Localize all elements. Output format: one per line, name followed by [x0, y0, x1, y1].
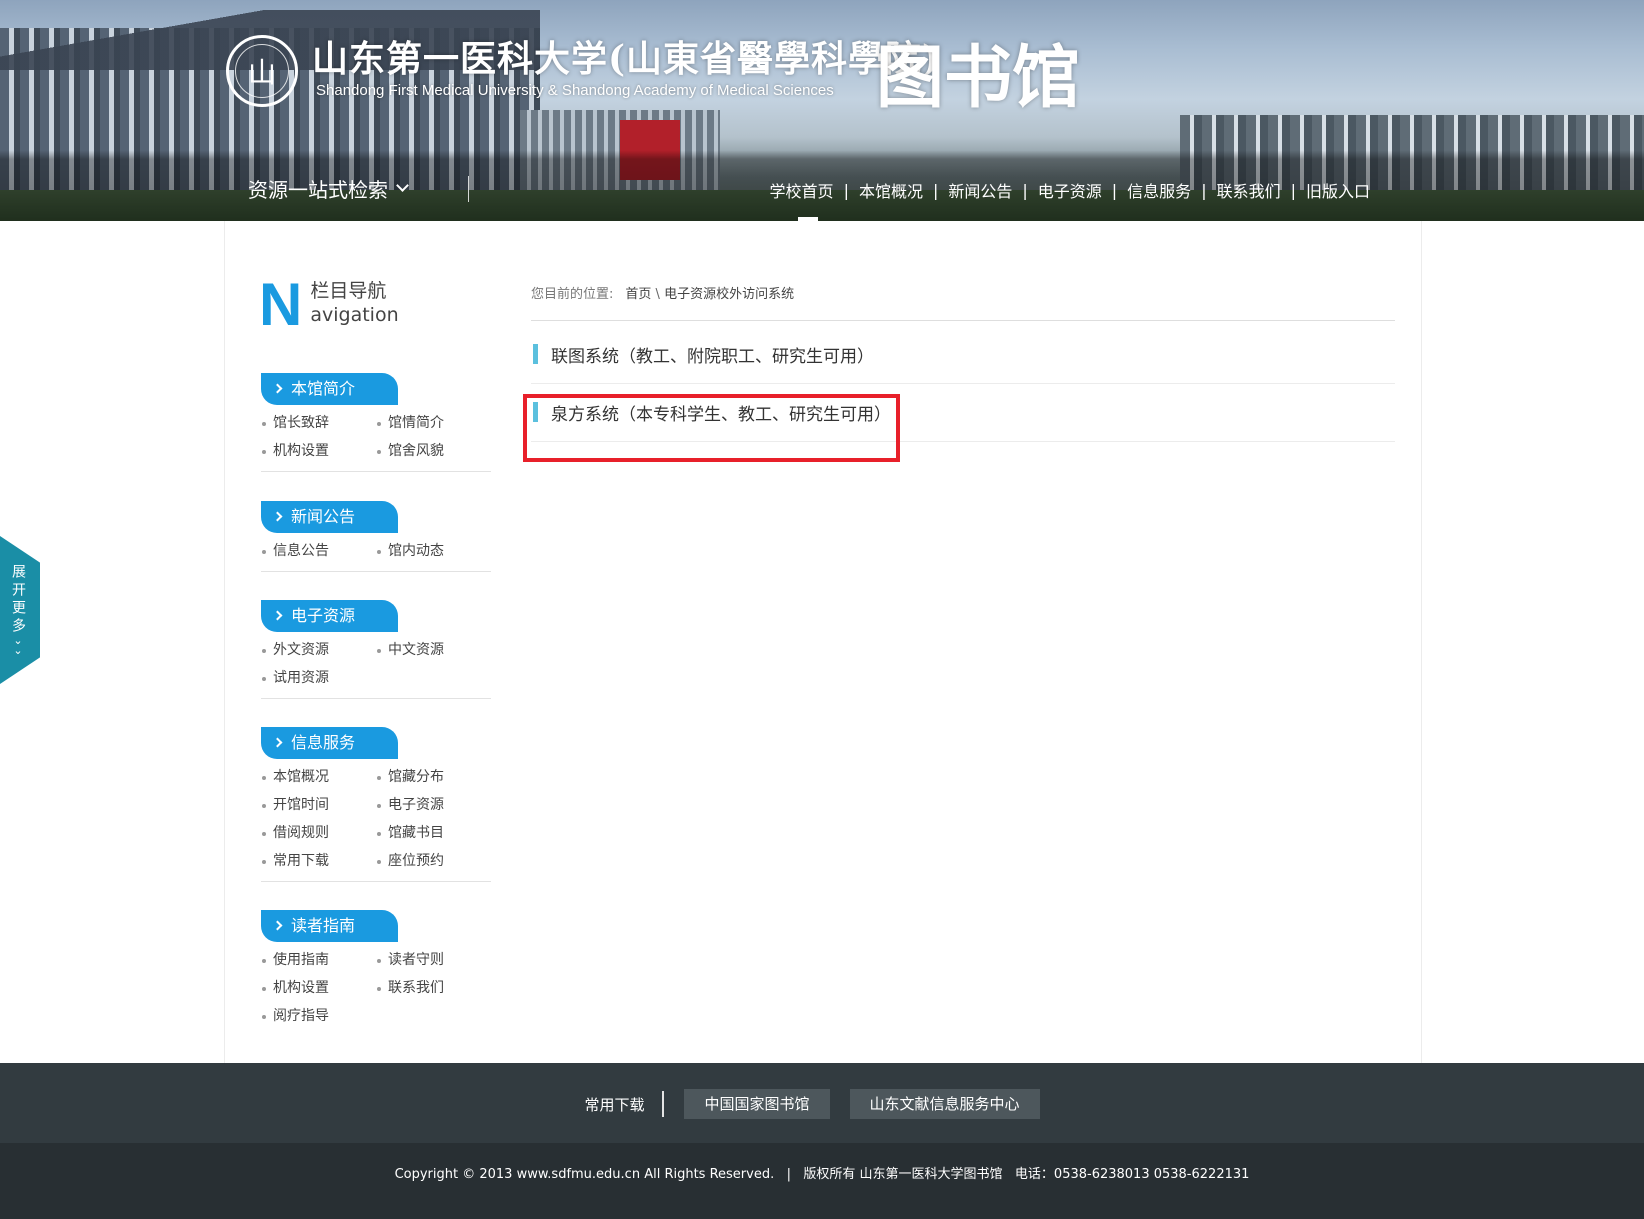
sidebar-link[interactable]: 常用下载 [261, 847, 376, 875]
sidebar-link[interactable]: 馆内动态 [376, 537, 491, 565]
highlight-box [523, 394, 900, 462]
sidebar-section-title: 电子资源 [291, 606, 356, 625]
footer-link-shandong-center[interactable]: 山东文献信息服务中心 [849, 1089, 1040, 1119]
sidebar-section-tab[interactable]: 信息服务 [261, 727, 398, 759]
university-seal-logo[interactable]: 山 [226, 35, 298, 107]
sidebar-link[interactable]: 馆长致辞 [261, 409, 376, 437]
footer-link-national-library[interactable]: 中国国家图书馆 [684, 1089, 830, 1119]
breadcrumb-label: 您目前的位置: [531, 287, 614, 302]
top-nav: 学校首页 | 本馆概况 | 新闻公告 | 电子资源 | 信息服务 | 联系我们 | 旧版入口 [770, 178, 1370, 202]
chevron-right-icon [272, 383, 283, 394]
sidebar-link[interactable]: 馆舍风貌 [376, 437, 491, 465]
nav-school-home[interactable]: 学校首页 [770, 178, 834, 202]
sidebar-link[interactable]: 电子资源 [376, 791, 491, 819]
sidebar-link[interactable]: 座位预约 [376, 847, 491, 875]
footer-links-bar: 常用下载 中国国家图书馆 山东文献信息服务中心 [0, 1063, 1644, 1143]
sidebar-link[interactable]: 借阅规则 [261, 819, 376, 847]
copyright-text: Copyright © 2013 www.sdfmu.edu.cn All Ri… [394, 1167, 1250, 1182]
sidebar-section-title: 新闻公告 [291, 507, 356, 526]
nav-separator: | [843, 180, 849, 200]
breadcrumb-current[interactable]: 电子资源校外访问系统 [664, 287, 794, 302]
expand-more-label: 展开更多 [10, 564, 26, 636]
sidebar-section-tab[interactable]: 读者指南 [261, 910, 398, 942]
sidebar-heading-cn: 栏目导航 [310, 280, 387, 302]
sidebar-link[interactable]: 使用指南 [261, 946, 376, 974]
breadcrumb-separator: \ [655, 287, 660, 302]
chevron-right-icon [272, 511, 283, 522]
search-divider [468, 176, 469, 202]
sidebar-section-tab[interactable]: 本馆简介 [261, 373, 398, 405]
list-item: 联图系统（教工、附院职工、研究生可用） [531, 326, 1395, 384]
sidebar-section-info-services: 信息服务 本馆概况 馆藏分布 开馆时间 电子资源 借阅规则 馆藏书目 常用下载 … [261, 727, 491, 882]
nav-separator: | [1022, 180, 1028, 200]
nav-separator: | [1201, 180, 1207, 200]
chevron-right-icon [272, 920, 283, 931]
sidebar-section-tab[interactable]: 电子资源 [261, 600, 398, 632]
nav-separator: | [1290, 180, 1296, 200]
sidebar-link[interactable]: 馆藏书目 [376, 819, 491, 847]
library-title: 图书馆 [876, 38, 1081, 118]
sidebar-section-title: 本馆简介 [291, 379, 356, 398]
nav-info-services[interactable]: 信息服务 [1127, 178, 1191, 202]
sidebar-link[interactable]: 信息公告 [261, 537, 376, 565]
nav-news[interactable]: 新闻公告 [948, 178, 1012, 202]
sidebar-link[interactable]: 本馆概况 [261, 763, 376, 791]
seal-char: 山 [247, 56, 276, 89]
sidebar-heading-en: avigation [310, 304, 399, 326]
main-content: N 栏目导航 avigation 本馆简介 馆长致辞 馆情简介 机构设置 馆舍风… [224, 221, 1422, 1063]
sidebar-section-title: 信息服务 [291, 733, 356, 752]
sidebar-section-about: 本馆简介 馆长致辞 馆情简介 机构设置 馆舍风貌 [261, 373, 491, 472]
site-header: 山 山东第一医科大学(山東省醫學科學院) Shandong First Medi… [0, 0, 1644, 221]
chevron-down-icon [396, 179, 409, 192]
footer-copyright-bar: Copyright © 2013 www.sdfmu.edu.cn All Ri… [0, 1143, 1644, 1219]
sidebar-link[interactable]: 联系我们 [376, 974, 491, 1002]
system-link-liantu[interactable]: 联图系统（教工、附院职工、研究生可用） [551, 342, 874, 367]
list-item-marker [533, 344, 538, 364]
chevron-right-icon [272, 610, 283, 621]
expand-more-tab[interactable]: 展开更多 ⌄ ⌄ [0, 536, 40, 684]
sidebar-section-title: 读者指南 [291, 916, 356, 935]
university-name-cn: 山东第一医科大学(山東省醫學科學院) [312, 38, 941, 80]
sidebar-section-reader-guide: 读者指南 使用指南 读者守则 机构设置 联系我们 阅疗指导 [261, 910, 491, 1036]
nav-separator: | [932, 180, 939, 200]
footer-divider [662, 1091, 665, 1117]
footer-link-downloads[interactable]: 常用下载 [584, 1094, 644, 1115]
sidebar-section-tab[interactable]: 新闻公告 [261, 501, 398, 533]
search-scope-dropdown[interactable]: 资源一站式检索 [248, 174, 409, 203]
sidebar-link[interactable]: 阅疗指导 [261, 1002, 376, 1030]
nav-contact[interactable]: 联系我们 [1217, 178, 1281, 202]
sidebar-link[interactable]: 馆情简介 [376, 409, 491, 437]
sidebar-link[interactable]: 外文资源 [261, 636, 376, 664]
breadcrumb-home[interactable]: 首页 [625, 287, 651, 302]
sidebar-link[interactable]: 中文资源 [376, 636, 491, 664]
sidebar-link[interactable]: 机构设置 [261, 437, 376, 465]
breadcrumb: 您目前的位置: 首页 \ 电子资源校外访问系统 [531, 283, 1395, 321]
sidebar-section-e-resources: 电子资源 外文资源 中文资源 试用资源 [261, 600, 491, 699]
sidebar-section-news: 新闻公告 信息公告 馆内动态 [261, 501, 491, 572]
double-chevron-down-icon: ⌄ ⌄ [13, 634, 23, 657]
search-scope-label: 资源一站式检索 [248, 178, 388, 202]
sidebar-link[interactable]: 读者守则 [376, 946, 491, 974]
sidebar-link[interactable]: 机构设置 [261, 974, 376, 1002]
nav-e-resources[interactable]: 电子资源 [1038, 178, 1102, 202]
sidebar-link[interactable]: 试用资源 [261, 664, 376, 692]
nav-old-version[interactable]: 旧版入口 [1306, 178, 1370, 202]
chevron-right-icon [272, 737, 283, 748]
sidebar-link[interactable]: 馆藏分布 [376, 763, 491, 791]
nav-separator: | [1111, 180, 1118, 200]
nav-library-overview[interactable]: 本馆概况 [859, 178, 923, 202]
university-name-en: Shandong First Medical University & Shan… [316, 82, 834, 99]
sidebar-heading: N 栏目导航 avigation [259, 271, 399, 338]
sidebar-link[interactable]: 开馆时间 [261, 791, 376, 819]
sidebar-heading-letter: N [259, 271, 303, 338]
